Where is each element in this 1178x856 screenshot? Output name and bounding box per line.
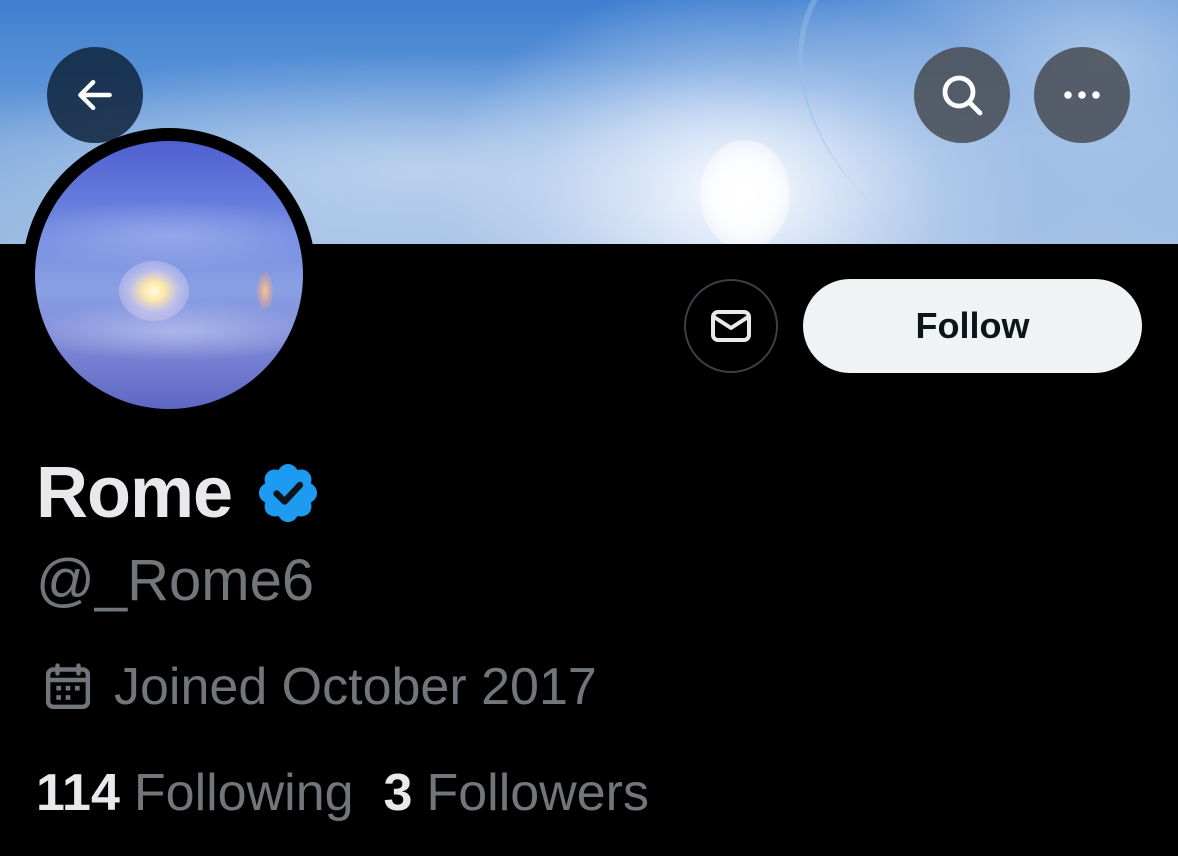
verified-badge-icon[interactable]: [254, 459, 322, 527]
follow-button[interactable]: Follow: [803, 279, 1142, 373]
following-count: 114: [36, 764, 120, 822]
envelope-icon: [711, 310, 751, 342]
followers-count: 3: [383, 764, 413, 822]
back-button[interactable]: [47, 47, 143, 143]
more-horizontal-icon: [1064, 91, 1100, 99]
following-link[interactable]: 114 Following: [36, 763, 354, 823]
user-handle: @_Rome6: [36, 548, 315, 613]
search-button[interactable]: [914, 47, 1010, 143]
banner-sun: [700, 140, 790, 244]
search-icon: [942, 75, 983, 116]
display-name-row: Rome: [36, 448, 322, 538]
joined-date-row: Joined October 2017: [40, 652, 597, 722]
avatar-sundog: [257, 273, 273, 309]
more-options-button[interactable]: [1034, 47, 1130, 143]
message-button[interactable]: [684, 279, 778, 373]
followers-label: Followers: [426, 764, 649, 822]
joined-date: Joined October 2017: [114, 658, 597, 716]
display-name: Rome: [36, 453, 233, 533]
follow-stats: 114 Following 3 Followers: [36, 758, 649, 828]
avatar[interactable]: [35, 141, 303, 409]
profile-screen: Follow Rome @_Rome6 Joined October 2017 …: [0, 0, 1178, 856]
following-label: Following: [133, 764, 354, 822]
avatar-cloud: [35, 201, 303, 271]
calendar-icon: [45, 663, 91, 710]
followers-link[interactable]: 3 Followers: [384, 763, 649, 823]
arrow-left-icon: [78, 79, 112, 111]
avatar-sun: [119, 261, 189, 321]
